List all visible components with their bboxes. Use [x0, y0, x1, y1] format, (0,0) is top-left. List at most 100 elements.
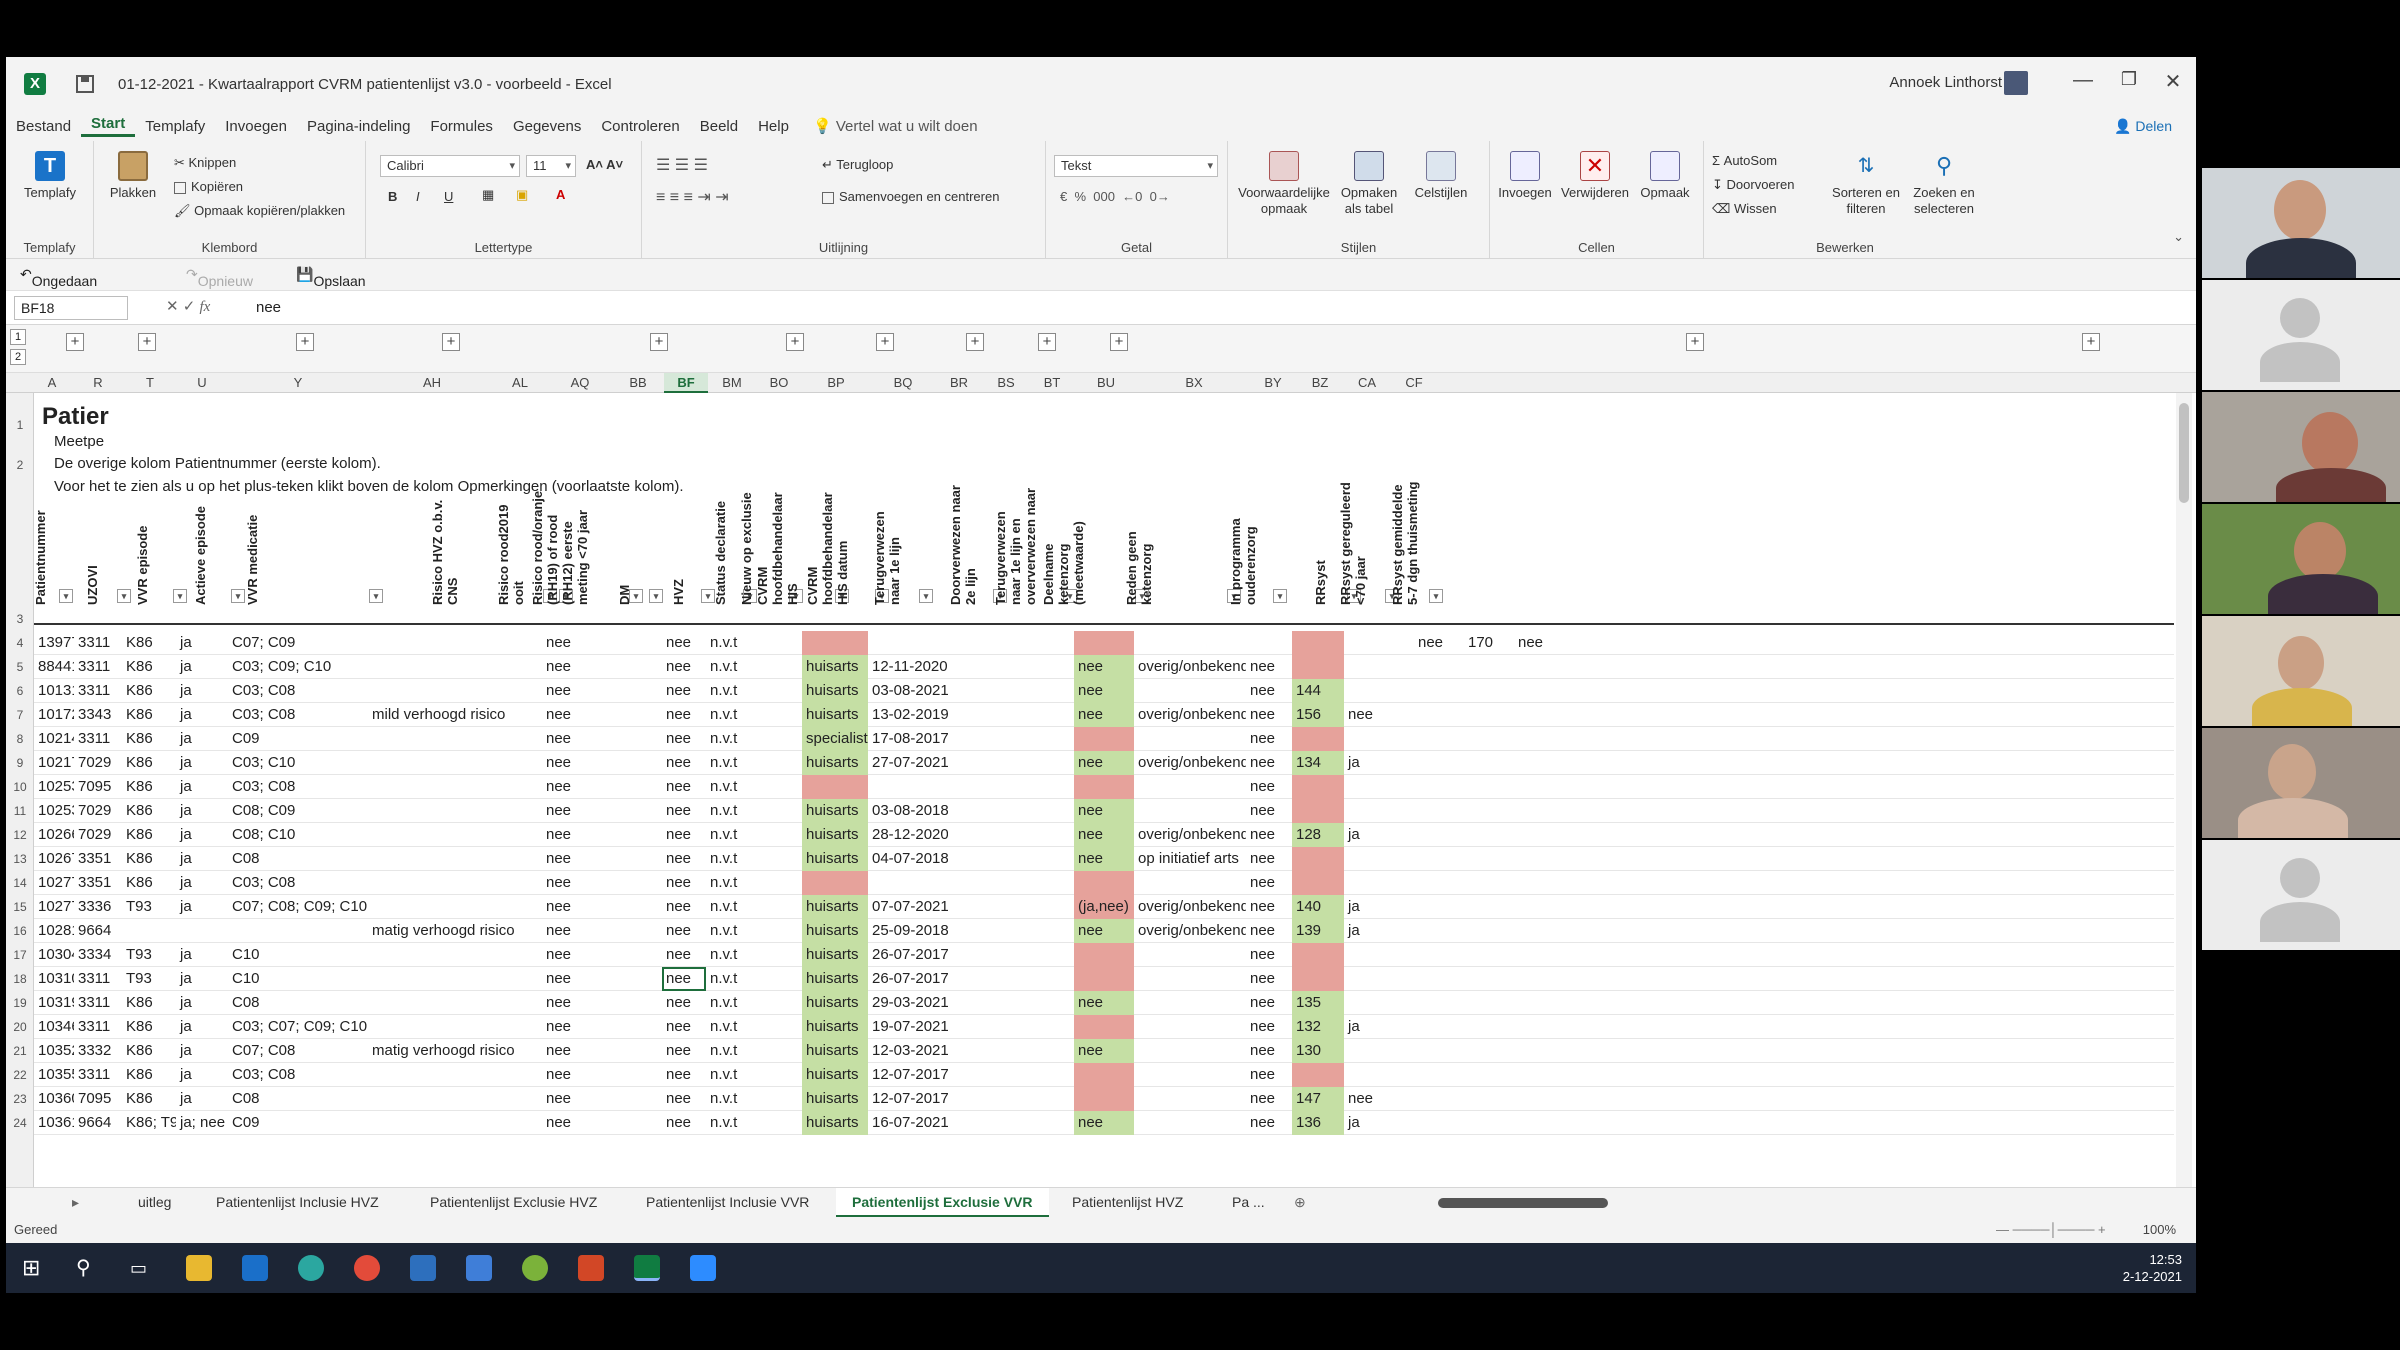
- table-cell[interactable]: n.v.t: [706, 1063, 802, 1087]
- table-cell[interactable]: 102773: [34, 895, 74, 919]
- table-cell[interactable]: 13977: [34, 631, 74, 655]
- table-cell[interactable]: [1246, 631, 1292, 655]
- table-cell[interactable]: [1134, 991, 1246, 1015]
- participant-video[interactable]: [2202, 728, 2400, 838]
- table-cell[interactable]: nee: [1246, 799, 1292, 823]
- column-header-aq[interactable]: AQ: [558, 375, 602, 390]
- table-cell[interactable]: nee: [542, 991, 662, 1015]
- table-cell[interactable]: [1074, 775, 1134, 799]
- column-title[interactable]: VVR episode ▾: [135, 455, 190, 605]
- sort-filter-button[interactable]: ⇅ Sorteren en filteren: [1828, 151, 1904, 217]
- table-cell[interactable]: 101725: [34, 703, 74, 727]
- format-cells-button[interactable]: Opmaak: [1634, 151, 1696, 201]
- table-cell[interactable]: nee: [1074, 1111, 1134, 1135]
- table-cell[interactable]: [1464, 1039, 1514, 1063]
- table-cell[interactable]: K86: [122, 1015, 176, 1039]
- table-cell[interactable]: nee: [1074, 703, 1134, 727]
- table-cell[interactable]: [368, 727, 538, 751]
- column-header-bs[interactable]: BS: [984, 375, 1028, 390]
- table-cell[interactable]: T93: [122, 895, 176, 919]
- table-cell[interactable]: huisarts: [802, 967, 868, 991]
- table-cell[interactable]: [868, 871, 948, 895]
- table-cell[interactable]: C03; C08: [228, 679, 368, 703]
- table-cell[interactable]: 9664: [74, 1111, 122, 1135]
- table-cell[interactable]: huisarts: [802, 823, 868, 847]
- table-cell[interactable]: [1514, 847, 1564, 871]
- table-cell[interactable]: ja: [176, 703, 228, 727]
- table-cell[interactable]: [1134, 1087, 1246, 1111]
- table-cell[interactable]: nee: [1246, 991, 1292, 1015]
- table-cell[interactable]: 102810: [34, 919, 74, 943]
- table-cell[interactable]: [1464, 943, 1514, 967]
- table-cell[interactable]: [1514, 1111, 1564, 1135]
- table-cell[interactable]: [1134, 871, 1246, 895]
- table-cell[interactable]: [1514, 727, 1564, 751]
- table-cell[interactable]: ja: [176, 895, 228, 919]
- conditional-format-button[interactable]: Voorwaardelijke opmaak: [1234, 151, 1334, 217]
- table-cell[interactable]: n.v.t: [706, 967, 802, 991]
- column-title[interactable]: Actieve episode ▾: [193, 455, 248, 605]
- column-header-bq[interactable]: BQ: [881, 375, 925, 390]
- column-header-bx[interactable]: BX: [1172, 375, 1216, 390]
- fill-button[interactable]: ↧ Doorvoeren: [1712, 177, 1794, 193]
- collapse-ribbon-icon[interactable]: ⌄: [2173, 229, 2184, 245]
- table-cell[interactable]: [1464, 775, 1514, 799]
- table-cell[interactable]: n.v.t: [706, 847, 802, 871]
- powerpoint-icon[interactable]: [578, 1255, 604, 1281]
- table-cell[interactable]: C07; C08: [228, 1039, 368, 1063]
- filter-dropdown-icon[interactable]: ▾: [173, 589, 187, 603]
- table-cell[interactable]: [1414, 679, 1464, 703]
- table-cell[interactable]: [1344, 943, 1414, 967]
- expand-plus-icon[interactable]: +: [138, 333, 156, 351]
- table-cell[interactable]: [1134, 943, 1246, 967]
- table-cell[interactable]: 19-07-2021: [868, 1015, 948, 1039]
- table-cell[interactable]: nee: [662, 703, 706, 727]
- expand-plus-icon[interactable]: +: [296, 333, 314, 351]
- column-title[interactable]: UZOVI ▾: [85, 455, 134, 605]
- table-cell[interactable]: 102663: [34, 823, 74, 847]
- row-header-10[interactable]: 10: [6, 775, 34, 799]
- table-cell[interactable]: 3311: [74, 1063, 122, 1087]
- add-sheet-icon[interactable]: ⊕: [1278, 1188, 1322, 1218]
- table-cell[interactable]: [368, 823, 538, 847]
- table-cell[interactable]: n.v.t: [706, 1039, 802, 1063]
- table-cell[interactable]: C03; C09; C10: [228, 655, 368, 679]
- column-title[interactable]: Patientnummer ▾: [34, 455, 76, 605]
- participant-video[interactable]: [2202, 168, 2400, 278]
- table-cell[interactable]: nee: [662, 1111, 706, 1135]
- table-cell[interactable]: nee: [662, 823, 706, 847]
- table-cell[interactable]: 13-02-2019: [868, 703, 948, 727]
- table-cell[interactable]: nee: [1246, 1039, 1292, 1063]
- table-cell[interactable]: nee: [1246, 895, 1292, 919]
- table-cell[interactable]: K86: [122, 1039, 176, 1063]
- font-name-select[interactable]: Calibri: [380, 155, 520, 177]
- tab-hvz[interactable]: Patientenlijst HVZ: [1056, 1188, 1199, 1218]
- table-cell[interactable]: [1074, 1015, 1134, 1039]
- table-cell[interactable]: [1344, 1063, 1414, 1087]
- table-cell[interactable]: 3311: [74, 727, 122, 751]
- table-cell[interactable]: [1514, 775, 1564, 799]
- table-cell[interactable]: ja: [176, 799, 228, 823]
- formula-input[interactable]: nee: [256, 299, 281, 316]
- table-cell[interactable]: nee: [1074, 751, 1134, 775]
- menu-pagina-indeling[interactable]: Pagina-indeling: [297, 118, 420, 135]
- table-cell[interactable]: 3351: [74, 871, 122, 895]
- table-cell[interactable]: [1292, 967, 1344, 991]
- column-header-r[interactable]: R: [76, 375, 120, 390]
- table-cell[interactable]: 128: [1292, 823, 1344, 847]
- table-cell[interactable]: n.v.t: [706, 655, 802, 679]
- table-cell[interactable]: [1464, 1063, 1514, 1087]
- table-cell[interactable]: huisarts: [802, 1111, 868, 1135]
- table-cell[interactable]: huisarts: [802, 799, 868, 823]
- table-cell[interactable]: [1464, 655, 1514, 679]
- table-cell[interactable]: C08: [228, 1087, 368, 1111]
- table-cell[interactable]: [368, 775, 538, 799]
- table-cell[interactable]: 140: [1292, 895, 1344, 919]
- table-cell[interactable]: [1514, 1087, 1564, 1111]
- paste-button[interactable]: Plakken: [108, 151, 158, 201]
- table-cell[interactable]: [368, 631, 538, 655]
- table-cell[interactable]: nee: [542, 967, 662, 991]
- column-header-bb[interactable]: BB: [616, 375, 660, 390]
- table-cell[interactable]: op initiatief arts: [1134, 847, 1246, 871]
- vertical-scroll-thumb[interactable]: [2179, 403, 2189, 503]
